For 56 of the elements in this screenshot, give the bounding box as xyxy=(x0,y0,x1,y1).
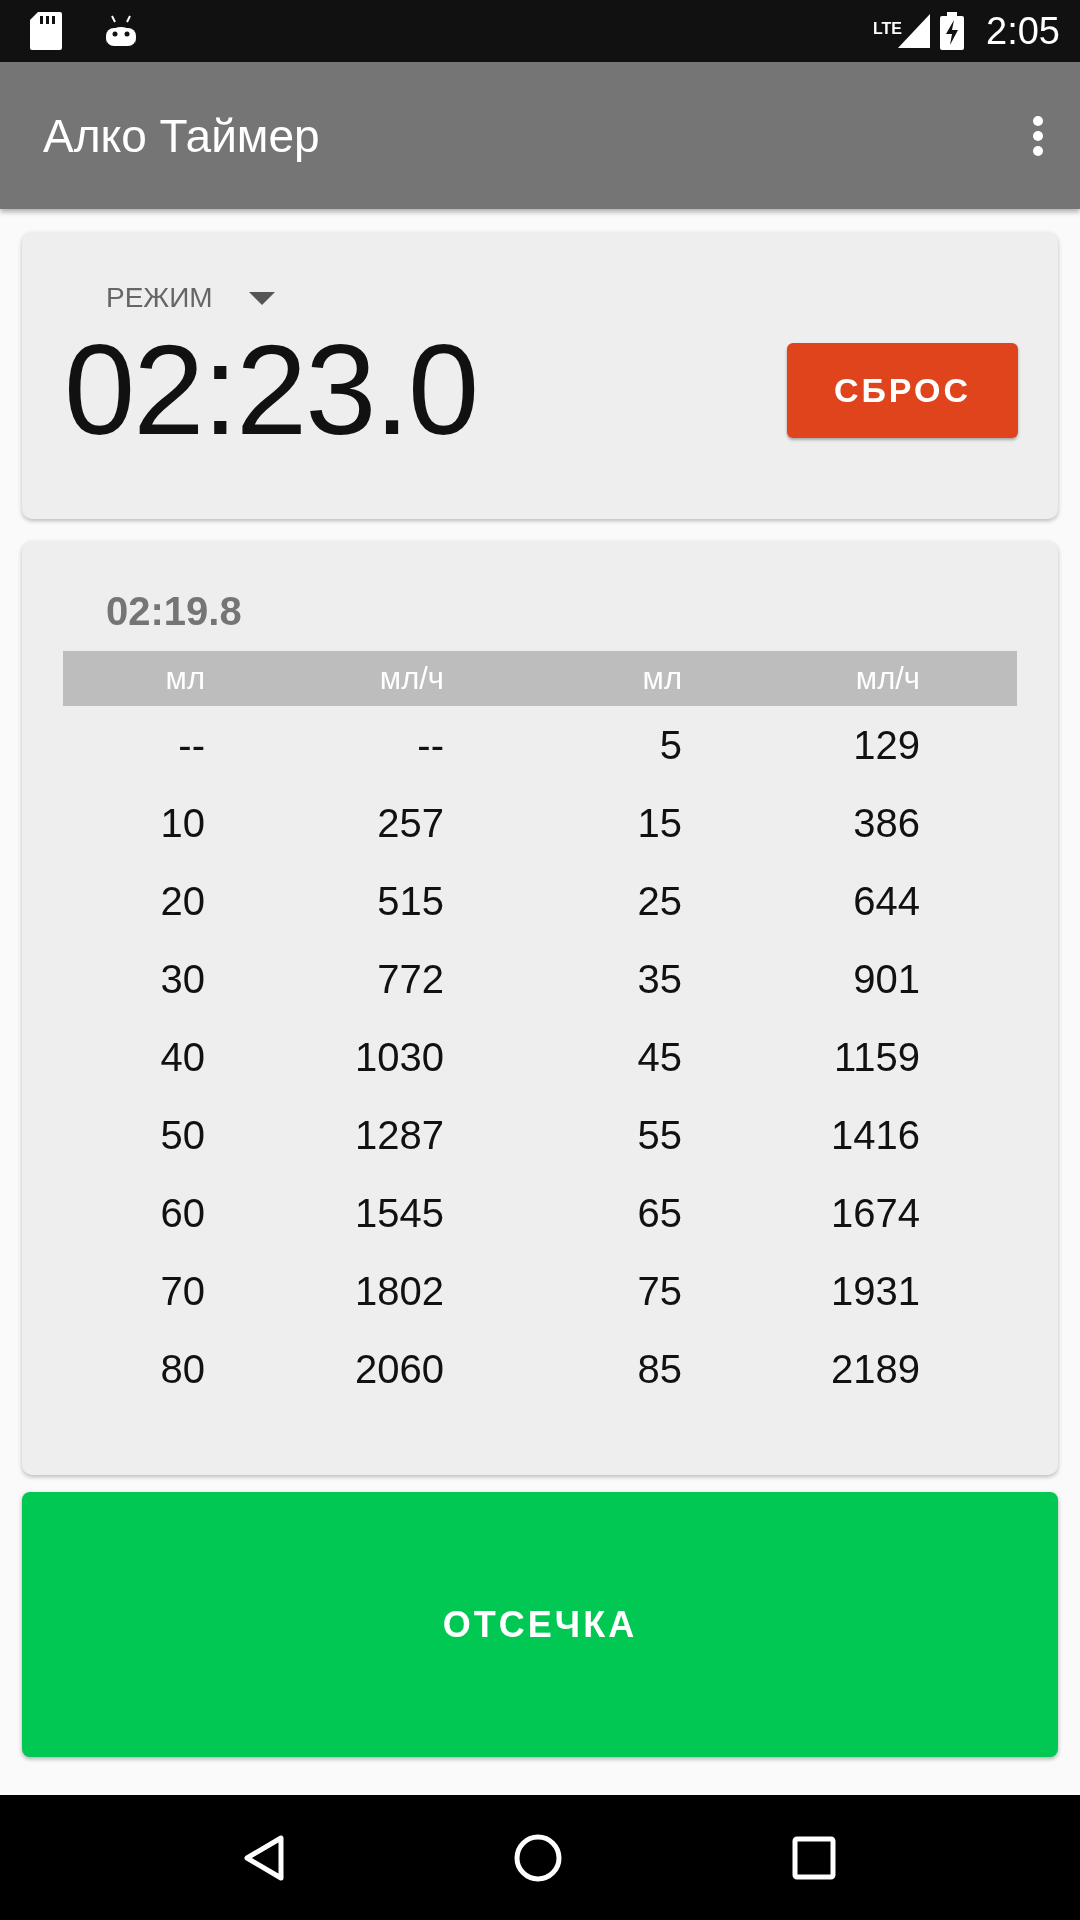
table-cell-text: 55 xyxy=(636,1112,682,1158)
table-cell-text: 50 xyxy=(159,1112,205,1158)
table-cell-text: 70 xyxy=(159,1268,205,1314)
table-cell-text: 10 xyxy=(159,800,205,846)
table-cell-text: -- xyxy=(177,722,205,768)
table-cell-text: 40 xyxy=(159,1034,205,1080)
recents-icon[interactable] xyxy=(791,1835,836,1880)
table-cell-text: 35 xyxy=(636,956,682,1002)
cutoff-button[interactable]: ОТСЕЧКА xyxy=(22,1492,1058,1757)
column-header: мл/ч xyxy=(854,660,920,697)
column-header: мл/ч xyxy=(378,660,444,697)
clock: 2:05 xyxy=(986,9,1060,53)
android-icon xyxy=(104,14,138,48)
table-cell-text: 45 xyxy=(636,1034,682,1080)
table-cell-text: -- xyxy=(416,722,444,768)
table-cell-text: 1545 xyxy=(354,1190,444,1236)
last-time: 02:19.8 xyxy=(106,589,243,635)
table-cell-text: 1030 xyxy=(354,1034,444,1080)
dropdown-icon xyxy=(248,291,275,305)
table-cell-text: 901 xyxy=(852,956,920,1002)
timer-display: 02:23.0 xyxy=(64,320,478,461)
table-cell-text: 75 xyxy=(636,1268,682,1314)
table-cell-text: 20 xyxy=(159,878,205,924)
table-cell-text: 1931 xyxy=(830,1268,920,1314)
table-cell-text: 1416 xyxy=(830,1112,920,1158)
back-icon[interactable] xyxy=(244,1834,285,1881)
table-cell-text: 1159 xyxy=(833,1034,920,1080)
table-cell-text: 2060 xyxy=(354,1346,444,1392)
table-cell-text: 25 xyxy=(636,878,682,924)
table-cell-text: 515 xyxy=(376,878,444,924)
app-title: Алко Таймер xyxy=(43,108,320,163)
table-cell-text: 129 xyxy=(852,722,920,768)
reset-button[interactable]: СБРОС xyxy=(787,342,1018,438)
menu-icon[interactable] xyxy=(1032,114,1044,157)
table-cell-text: 644 xyxy=(852,878,920,924)
table-cell-text: 772 xyxy=(376,956,444,1002)
table-cell-text: 60 xyxy=(159,1190,205,1236)
home-icon[interactable] xyxy=(513,1832,563,1883)
column-header: мл xyxy=(164,660,205,697)
table-cell-text: 1287 xyxy=(354,1112,444,1158)
table-cell-text: 30 xyxy=(159,956,205,1002)
table-cell-text: 257 xyxy=(376,800,444,846)
table-cell-text: 386 xyxy=(852,800,920,846)
table-cell-text: 80 xyxy=(159,1346,205,1392)
table-cell-text: 65 xyxy=(636,1190,682,1236)
table-cell-text: 5 xyxy=(658,722,682,768)
table-cell-text: 1802 xyxy=(354,1268,444,1314)
column-header: мл xyxy=(641,660,682,697)
table-cell-text: 1674 xyxy=(830,1190,920,1236)
mode-dropdown[interactable]: РЕЖИМ xyxy=(64,282,275,314)
battery-charging-icon xyxy=(940,12,965,50)
table-cell-text: 2189 xyxy=(830,1346,920,1392)
network-type: LTE xyxy=(873,19,903,38)
table-cell-text: 85 xyxy=(636,1346,682,1392)
table-cell-text: 15 xyxy=(636,800,682,846)
sd-card-icon xyxy=(30,12,62,50)
